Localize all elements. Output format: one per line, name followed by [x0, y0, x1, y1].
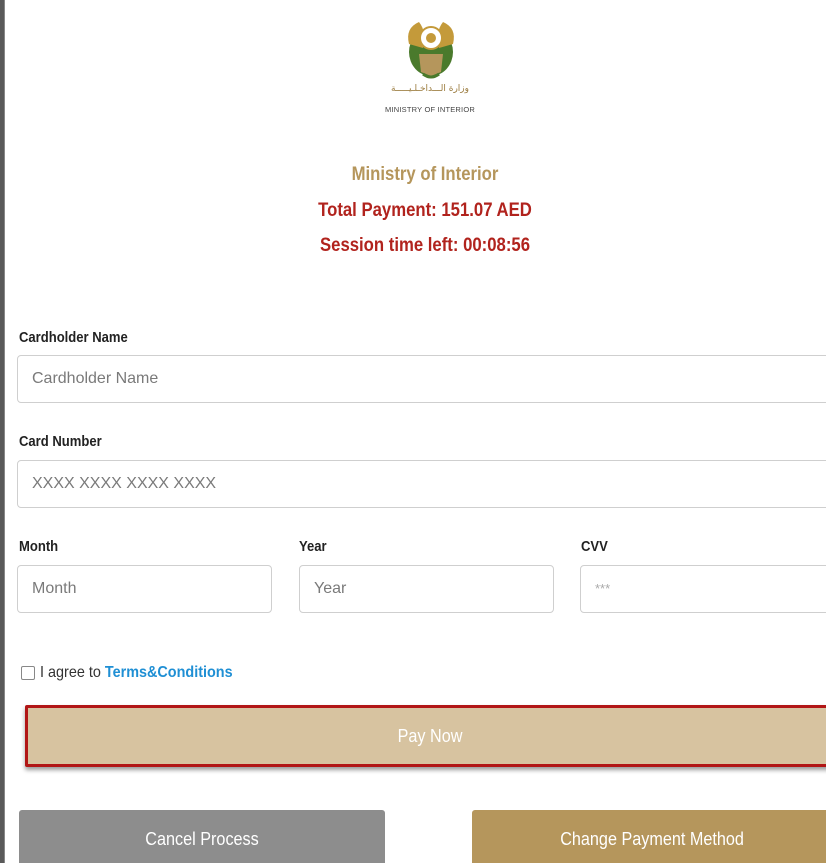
cvv-label: CVV: [581, 539, 608, 555]
pay-now-button[interactable]: Pay Now: [25, 705, 826, 767]
logo-english-text: MINISTRY OF INTERIOR: [385, 105, 475, 114]
year-input[interactable]: [299, 565, 554, 613]
total-payment: Total Payment: 151.07 AED: [318, 200, 532, 221]
change-payment-method-button[interactable]: Change Payment Method: [472, 810, 826, 863]
terms-conditions-link[interactable]: Terms&Conditions: [105, 664, 233, 681]
change-payment-method-label: Change Payment Method: [560, 829, 744, 849]
payment-page: وزارة الـــداخـلـيـــــة MINISTRY OF INT…: [4, 0, 826, 863]
cvv-input[interactable]: [580, 565, 826, 613]
logo-arabic-text: وزارة الـــداخـلـيـــــة: [390, 84, 470, 94]
cancel-process-button[interactable]: Cancel Process: [19, 810, 385, 863]
card-number-label: Card Number: [19, 434, 102, 450]
cancel-process-label: Cancel Process: [145, 829, 259, 849]
agree-label: I agree to: [40, 664, 101, 681]
agree-text: I agree to Terms&Conditions: [40, 664, 233, 682]
terms-checkbox[interactable]: [21, 666, 35, 680]
card-number-input[interactable]: [17, 460, 826, 508]
cardholder-name-label: Cardholder Name: [19, 330, 128, 346]
terms-agreement-row: I agree to Terms&Conditions: [21, 663, 254, 683]
cardholder-name-input[interactable]: [17, 355, 826, 403]
pay-now-label: Pay Now: [397, 726, 463, 746]
merchant-name: Ministry of Interior: [351, 164, 499, 185]
session-timer: Session time left: 00:08:56: [319, 235, 531, 256]
month-input[interactable]: [17, 565, 272, 613]
ministry-emblem-logo: [408, 22, 454, 79]
month-label: Month: [19, 539, 59, 555]
year-label: Year: [299, 539, 327, 555]
